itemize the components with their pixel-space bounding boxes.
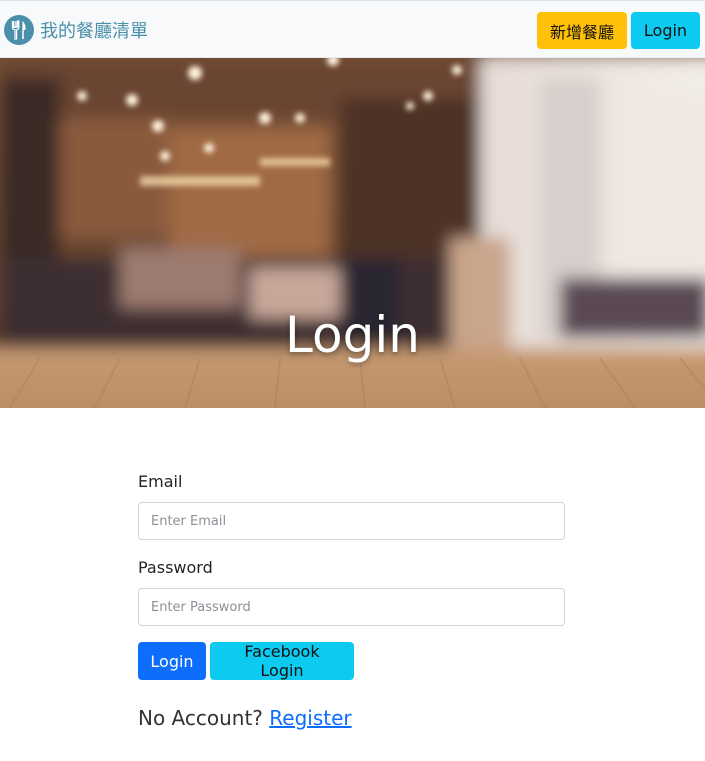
add-restaurant-button[interactable]: 新增餐廳 [537, 12, 627, 49]
register-link[interactable]: Register [269, 706, 351, 730]
navbar: 我的餐廳清單 新增餐廳 Login [0, 0, 705, 58]
password-label: Password [138, 558, 213, 577]
login-form: Email Password Login Facebook Login No A… [138, 470, 565, 730]
no-account-prompt: No Account? Register [138, 706, 352, 730]
nav-login-button[interactable]: Login [631, 12, 700, 49]
form-actions: Login Facebook Login [138, 642, 354, 680]
password-input[interactable] [138, 588, 565, 626]
login-button[interactable]: Login [138, 642, 206, 680]
brand-link[interactable]: 我的餐廳清單 [4, 15, 148, 45]
email-label: Email [138, 472, 183, 491]
facebook-login-button[interactable]: Facebook Login [210, 642, 354, 680]
no-account-text: No Account? [138, 706, 263, 730]
email-input[interactable] [138, 502, 565, 540]
brand-title: 我的餐廳清單 [40, 21, 148, 42]
hero-banner: Login [0, 58, 705, 408]
fork-knife-icon [4, 15, 34, 45]
page-title: Login [285, 306, 420, 364]
